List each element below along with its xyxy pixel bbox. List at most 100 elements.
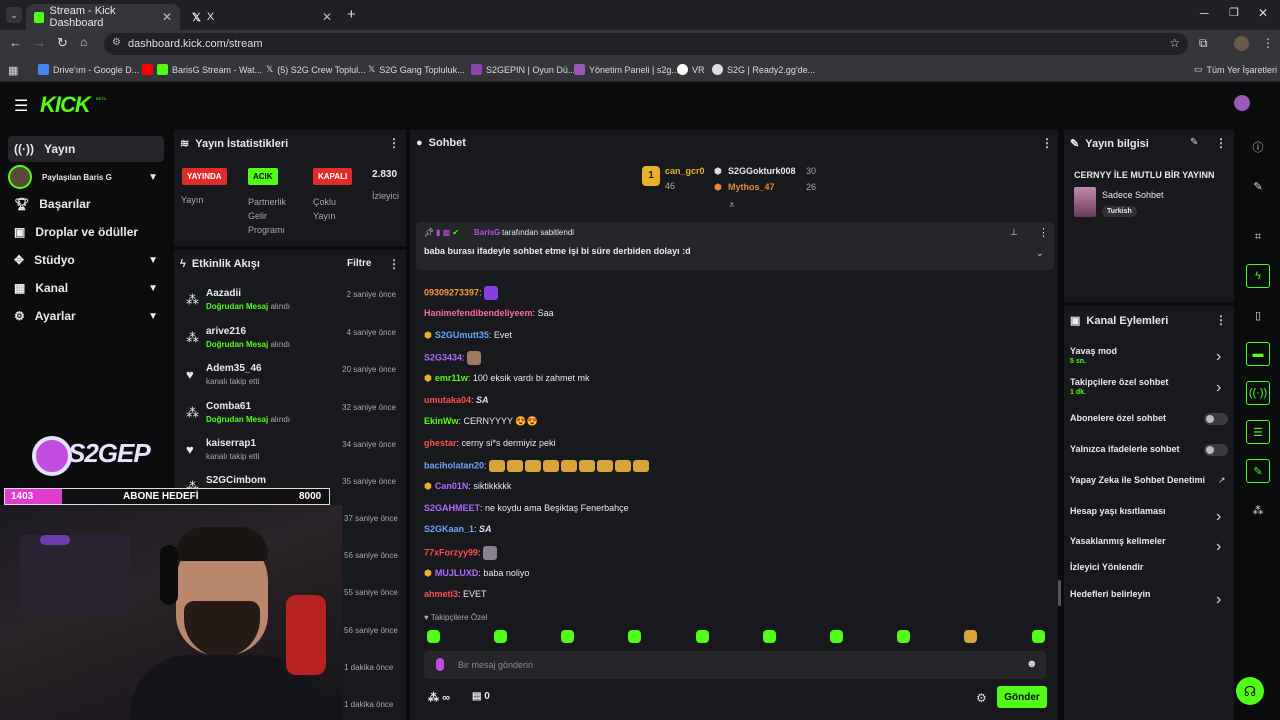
chat-message[interactable]: 77xForzyy99: [424, 546, 498, 560]
clipboard-icon[interactable]: ▯ [1246, 303, 1270, 327]
chat-message[interactable]: S2G3434: [424, 351, 482, 365]
activity-event[interactable]: ♥ kaiserrap1 kanalı takip etti 34 saniye ön… [182, 438, 402, 474]
sidebar-item-studyo[interactable]: ✥ Stüdyo ▼ [8, 247, 164, 273]
extensions-icon[interactable]: ⧉ [1199, 36, 1208, 51]
chat-message[interactable]: umutaka04: SA [424, 395, 489, 405]
chat-message[interactable]: EkinWw: CERNYYYY 😍😍 [424, 416, 538, 427]
chat-menu-icon[interactable]: ⋮ [1041, 136, 1053, 150]
chevron-right-icon[interactable]: › [1216, 538, 1221, 556]
profile-avatar[interactable] [1234, 36, 1249, 51]
bookmark-item[interactable]: Drive'ım - Google D... [38, 64, 139, 75]
chat-input[interactable]: Bir mesaj gönderin ☻ [424, 651, 1046, 679]
channel-action-item[interactable]: Hedefleri belirleyin [1070, 589, 1230, 599]
chat-message[interactable]: baciholatan20: [424, 460, 651, 472]
info-icon[interactable]: ⓘ [1246, 135, 1270, 159]
emoji-icon[interactable]: ☻ [1026, 658, 1038, 670]
bookmark-item[interactable]: Yönetim Paneli | s2g... [574, 64, 679, 75]
minimize-icon[interactable]: ─ [1200, 6, 1209, 20]
restore-icon[interactable]: ❐ [1229, 6, 1239, 19]
toggle-switch[interactable] [1204, 413, 1228, 425]
sidebar-item-droplar[interactable]: ▣ Droplar ve ödüller [8, 219, 164, 245]
chat-rail-icon[interactable]: ▬ [1246, 342, 1270, 366]
external-link-icon[interactable]: ↗ [1218, 475, 1226, 486]
broadcast-rail-icon[interactable]: ((·)) [1246, 381, 1270, 405]
quick-emote-icon[interactable] [763, 630, 776, 643]
tab-search-icon[interactable]: ⌄ [6, 7, 22, 23]
bookmark-item[interactable]: BarisG Stream - Wat... [142, 64, 262, 75]
channel-action-item[interactable]: Yapay Zeka ile Sohbet Denetimi [1070, 475, 1230, 485]
channel-action-item[interactable]: Yasaklanmış kelimeler [1070, 536, 1230, 546]
back-icon[interactable]: ← [9, 35, 22, 50]
gift-count[interactable]: ▤ 0 [472, 691, 490, 702]
help-chat-icon[interactable]: ☊ [1236, 677, 1264, 705]
chat-settings-icon[interactable]: ⚙ [976, 691, 987, 705]
quick-emote-icon[interactable] [427, 630, 440, 643]
send-button[interactable]: Gönder [997, 686, 1047, 708]
sidebar-item-channel-switch[interactable]: Paylaşılan Baris G ▼ [8, 164, 164, 190]
channel-action-item[interactable]: İzleyici Yönlendir [1070, 562, 1230, 572]
sidebar-item-basarilar[interactable]: 🏆︎ Başarılar [8, 191, 164, 217]
chat-message[interactable]: 09309273397: [424, 286, 499, 300]
hamburger-menu-icon[interactable]: ☰ [14, 96, 28, 116]
chevron-right-icon[interactable]: › [1216, 348, 1221, 366]
quick-emote-icon[interactable] [1032, 630, 1045, 643]
quick-emote-icon[interactable] [830, 630, 843, 643]
quick-emote-icon[interactable] [494, 630, 507, 643]
layout-rail-icon[interactable]: ☰ [1246, 420, 1270, 444]
bookmarks-folder[interactable]: ▭ Tüm Yer İşaretleri [1194, 64, 1277, 75]
quick-emote-icon[interactable] [561, 630, 574, 643]
lightning-rail-icon[interactable]: ϟ [1246, 264, 1270, 288]
channel-action-item[interactable]: Takipçilere özel sohbet 1 dk. [1070, 377, 1230, 396]
edit-stream-info-icon[interactable]: ✎ [1190, 137, 1198, 148]
bookmark-item[interactable]: S2GEPIN | Oyun Dü... [471, 64, 575, 75]
chevron-right-icon[interactable]: › [1216, 379, 1221, 397]
quick-emote-icon[interactable] [897, 630, 910, 643]
close-tab-icon[interactable]: ✕ [162, 10, 172, 24]
mic-icon[interactable] [436, 658, 444, 671]
category-name[interactable]: Sadece Sohbet [1102, 190, 1164, 200]
toggle-switch[interactable] [1204, 444, 1228, 456]
collapse-gifters-icon[interactable]: ⩡ [729, 200, 735, 211]
bookmark-item[interactable]: VR [677, 64, 705, 75]
chat-message[interactable]: ⬢ S2GUmutt35: Evet [424, 330, 512, 341]
bookmark-item[interactable]: 𝕏 (5) S2G Crew Toplul... [266, 64, 366, 75]
wrench-rail-icon[interactable]: ✎ [1246, 459, 1270, 483]
close-tab-icon[interactable]: ✕ [322, 10, 332, 24]
chat-message[interactable]: Hanimefendibendeliyeem: Saa [424, 308, 554, 318]
quick-emote-icon[interactable] [964, 630, 977, 643]
chat-message[interactable]: ⬢ MUJLUXD: baba noliyo [424, 568, 529, 579]
forward-icon[interactable]: → [33, 35, 46, 50]
chat-message[interactable]: ⬢ Can01N: siktikkkkk [424, 481, 511, 492]
crop-icon[interactable]: ⌗ [1246, 225, 1270, 249]
activity-event[interactable]: ♥ Adem35_46 kanalı takip etti 20 saniye önc… [182, 363, 402, 399]
url-field[interactable]: ⚙ dashboard.kick.com/stream ☆ [104, 33, 1188, 55]
activity-event[interactable]: ⁂ Aazadii Doğrudan Mesaj alındı 2 saniye ön… [182, 288, 402, 324]
browser-tab-x[interactable]: 𝕏 X ✕ [184, 4, 340, 30]
home-icon[interactable]: ⌂ [80, 35, 87, 49]
chat-scrollbar[interactable] [1058, 580, 1061, 606]
chat-message[interactable]: ahmeti3: EVET [424, 589, 487, 599]
stats-menu-icon[interactable]: ⋮ [388, 136, 400, 150]
bookmark-item[interactable]: 𝕏 S2G Gang Topluluk... [368, 64, 465, 75]
apps-icon[interactable]: ▦ [8, 64, 18, 77]
channel-action-item[interactable]: Yavaş mod 5 sn. [1070, 346, 1230, 365]
site-info-icon[interactable]: ⚙ [112, 37, 121, 48]
quick-emote-icon[interactable] [628, 630, 641, 643]
chat-message[interactable]: S2GKaan_1: SA [424, 524, 492, 534]
activity-event[interactable]: ⁂ Comba61 Doğrudan Mesaj alındı 32 saniye ö… [182, 401, 402, 437]
sidebar-item-yayin[interactable]: ((·)) Yayın [8, 136, 164, 162]
chat-message[interactable]: S2GAHMEET: ne koydu ama Beşiktaş Fenerba… [424, 503, 629, 513]
chevron-right-icon[interactable]: › [1216, 591, 1221, 609]
sidebar-item-kanal[interactable]: ▦ Kanal ▼ [8, 275, 164, 301]
chat-message[interactable]: ghestar: cerny si*s dermiyiz peki [424, 438, 556, 448]
chevron-right-icon[interactable]: › [1216, 508, 1221, 526]
quick-emote-icon[interactable] [696, 630, 709, 643]
chat-message[interactable]: ⬢ emr11w: 100 eksik vardı bi zahmet mk [424, 373, 589, 384]
browser-tab-kick[interactable]: Stream - Kick Dashboard ✕ [26, 4, 180, 30]
pinned-menu-icon[interactable]: ⋮ [1038, 226, 1049, 239]
channel-action-item[interactable]: Hesap yaşı kısıtlaması [1070, 506, 1230, 516]
browser-menu-icon[interactable]: ⋮ [1262, 36, 1274, 50]
kick-logo[interactable]: KICK [40, 92, 91, 118]
bookmark-item[interactable]: S2G | Ready2.gg'de... [712, 64, 815, 75]
activity-menu-icon[interactable]: ⋮ [388, 257, 400, 271]
